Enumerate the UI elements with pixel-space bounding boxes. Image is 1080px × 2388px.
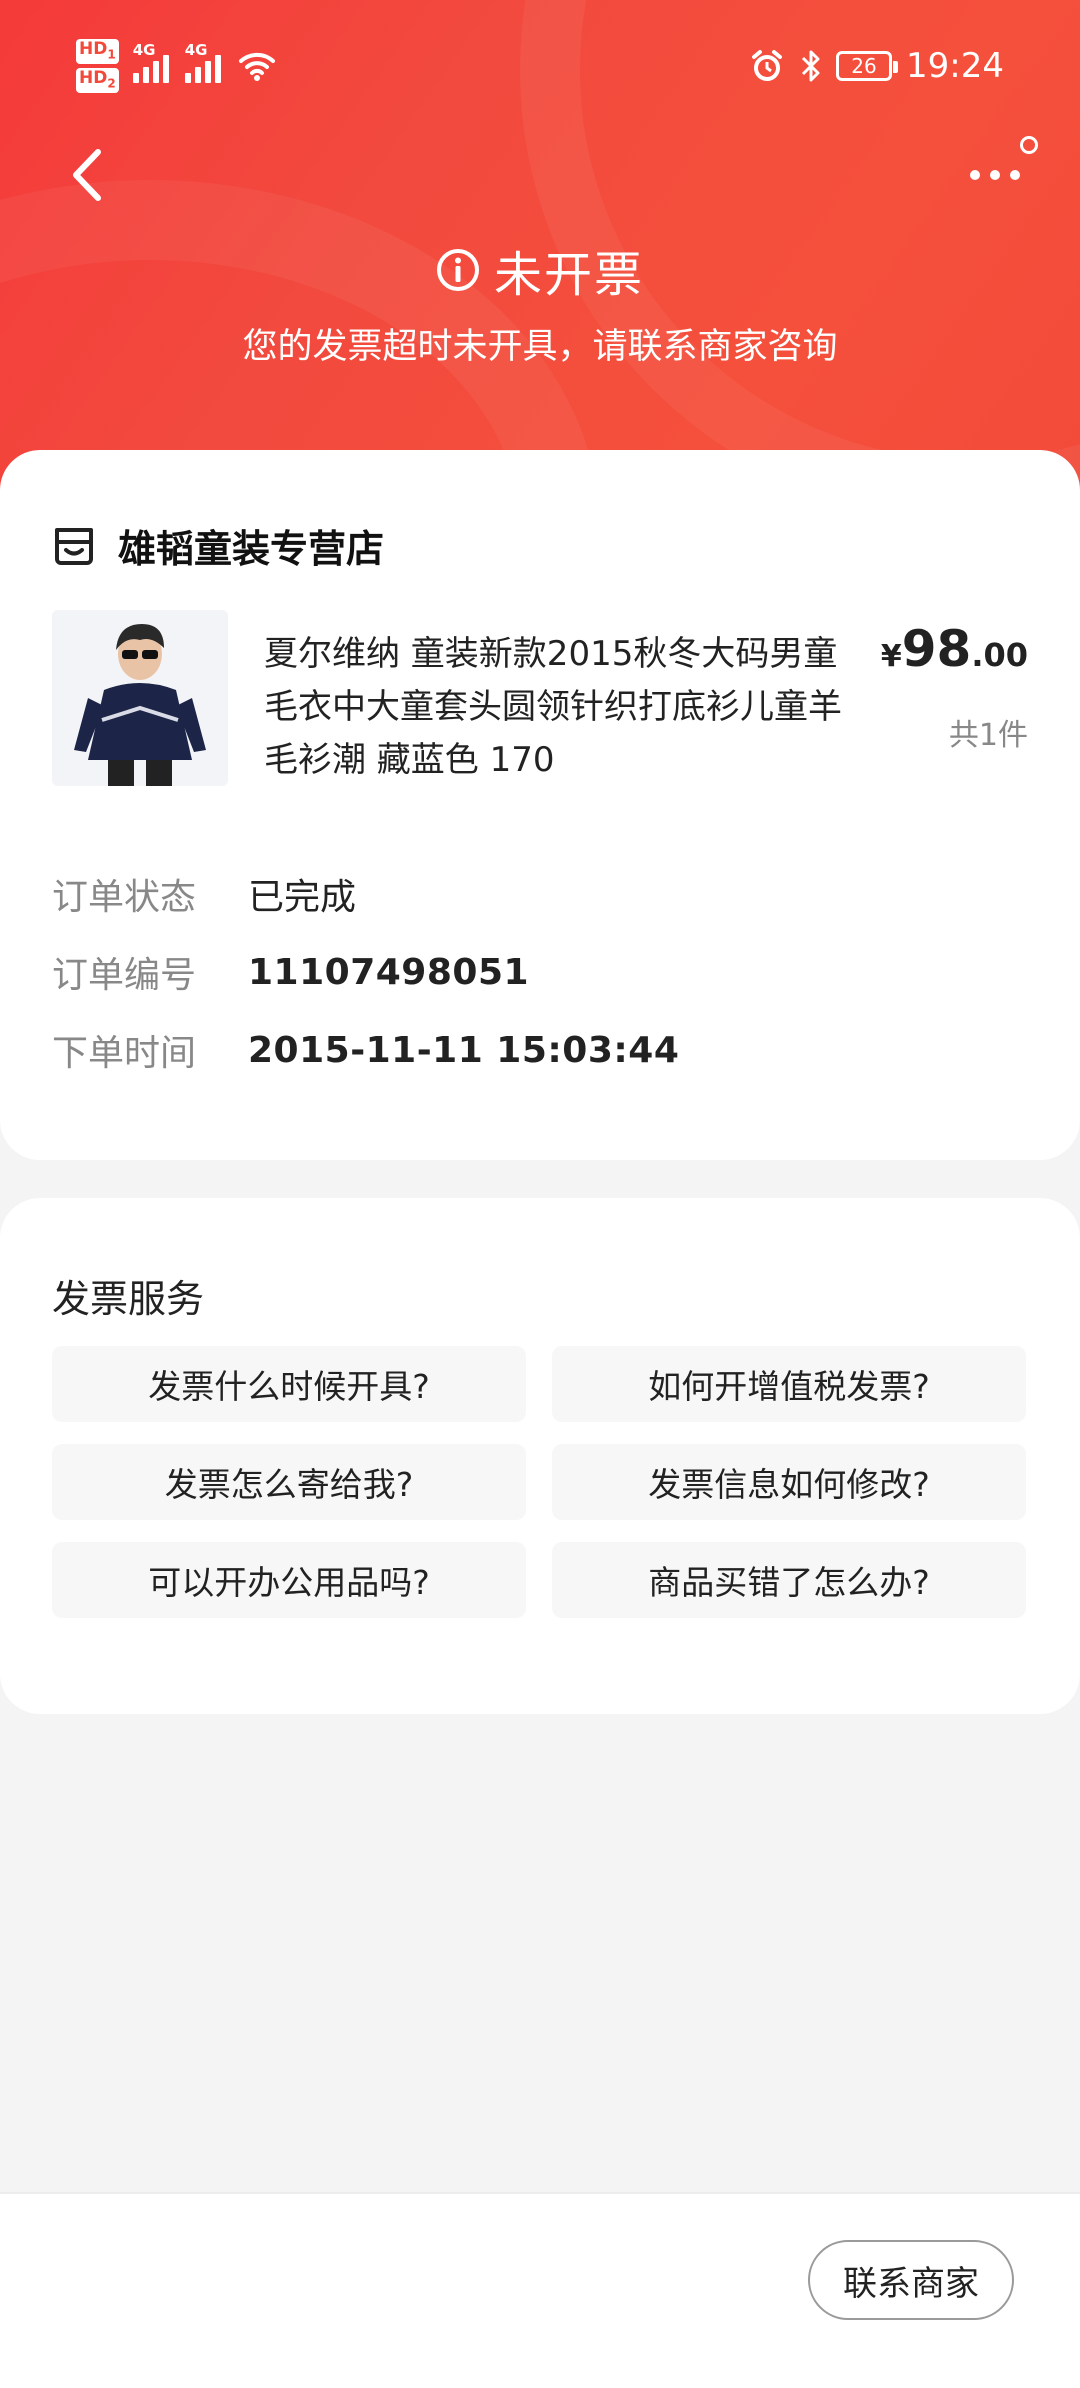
order-number-value[interactable]: 11107498051 bbox=[248, 952, 529, 993]
status-bar: HD1 HD2 4G 4G 26 19:24 bbox=[0, 0, 1080, 130]
order-time-value: 2015-11-11 15:03:44 bbox=[248, 1029, 680, 1071]
product-title[interactable]: 夏尔维纳 童装新款2015秋冬大码男童毛衣中大童套头圆领针织打底衫儿童羊毛衫潮 … bbox=[264, 628, 844, 787]
sim1-hd-icon: HD1 bbox=[76, 38, 119, 64]
info-label: 下单时间 bbox=[52, 1033, 197, 1074]
bottom-bar: 联系商家 bbox=[0, 2192, 1080, 2388]
product-image[interactable] bbox=[52, 610, 228, 786]
alarm-icon bbox=[752, 50, 783, 81]
faq-button[interactable]: 发票信息如何修改? bbox=[552, 1444, 1026, 1520]
faq-button[interactable]: 如何开增值税发票? bbox=[552, 1346, 1026, 1422]
faq-grid: 发票什么时候开具? 如何开增值税发票? 发票怎么寄给我? 发票信息如何修改? 可… bbox=[52, 1346, 1028, 1618]
product-photo-icon bbox=[52, 610, 228, 786]
invoice-service-card: 发票服务 发票什么时候开具? 如何开增值税发票? 发票怎么寄给我? 发票信息如何… bbox=[0, 1198, 1080, 1714]
clock: 19:24 bbox=[906, 46, 1004, 86]
store-icon bbox=[55, 527, 93, 565]
order-card: 雄韬童装专营店 夏尔维纳 童装新款2015秋冬大码男童毛衣中大童套头圆领针织打底… bbox=[0, 450, 1080, 1160]
bluetooth-icon bbox=[801, 50, 820, 82]
notification-dot-icon bbox=[1020, 136, 1038, 154]
battery-icon: 26 bbox=[836, 51, 899, 81]
contact-merchant-button[interactable]: 联系商家 bbox=[808, 2240, 1014, 2320]
info-icon bbox=[436, 249, 479, 291]
order-number-row: 订单编号 11107498051 bbox=[52, 946, 529, 998]
invoice-status-subtitle: 您的发票超时未开具，请联系商家咨询 bbox=[242, 327, 838, 367]
order-time-row: 下单时间 2015-11-11 15:03:44 bbox=[52, 1024, 679, 1076]
faq-button[interactable]: 发票什么时候开具? bbox=[52, 1346, 526, 1422]
order-status-row: 订单状态 已完成 bbox=[52, 868, 356, 920]
faq-button[interactable]: 商品买错了怎么办? bbox=[552, 1542, 1026, 1618]
invoice-status-title: 未开票 bbox=[493, 247, 644, 303]
shop-row[interactable]: 雄韬童装专营店 bbox=[52, 518, 384, 573]
order-status-value: 已完成 bbox=[248, 877, 357, 918]
wifi-icon bbox=[238, 52, 275, 81]
faq-button[interactable]: 可以开办公用品吗? bbox=[52, 1542, 526, 1618]
faq-button[interactable]: 发票怎么寄给我? bbox=[52, 1444, 526, 1520]
signal-2-icon: 4G bbox=[184, 41, 221, 83]
invoice-status: 未开票 bbox=[0, 235, 1080, 305]
product-quantity: 共1件 bbox=[948, 718, 1028, 753]
info-label: 订单状态 bbox=[52, 877, 197, 918]
back-button[interactable] bbox=[60, 140, 120, 210]
product-price: ¥98.00 bbox=[880, 620, 1028, 678]
chevron-left-icon bbox=[73, 149, 101, 201]
more-dots-icon bbox=[970, 170, 980, 180]
service-title: 发票服务 bbox=[52, 1277, 205, 1321]
more-button[interactable] bbox=[960, 136, 1038, 200]
shop-name: 雄韬童装专营店 bbox=[118, 527, 385, 571]
info-label: 订单编号 bbox=[52, 955, 197, 996]
signal-1-icon: 4G bbox=[132, 41, 169, 83]
sim2-hd-icon: HD2 bbox=[76, 68, 119, 94]
